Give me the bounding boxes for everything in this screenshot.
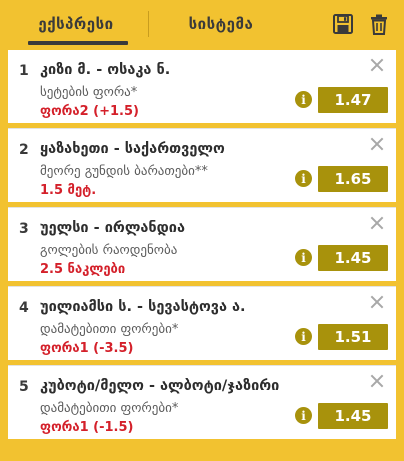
bet-match: უელსი - ირლანდია: [40, 220, 185, 236]
bet-market: დამატებითი ფორები*: [40, 401, 179, 416]
bet-outcome: 1.5 მეტ.: [40, 183, 97, 198]
odds-value[interactable]: 1.65: [318, 166, 388, 192]
bet-list: 1 კიზი მ. - ოსაკა ნ. სეტების ფორა* ფორა2…: [8, 50, 396, 444]
bet-index: 4: [19, 300, 29, 316]
remove-bet-icon[interactable]: [370, 216, 384, 230]
remove-bet-icon[interactable]: [370, 137, 384, 151]
header-actions: [332, 13, 394, 35]
bet-market: სეტების ფორა*: [40, 85, 138, 100]
bet-outcome: ფორა2 (+1.5): [40, 104, 139, 119]
info-icon[interactable]: i: [295, 170, 312, 187]
odds-value[interactable]: 1.45: [318, 403, 388, 429]
odds-value[interactable]: 1.51: [318, 324, 388, 350]
bet-match: უილიამსი ს. - სევასტოვა ა.: [40, 299, 246, 315]
odds-value[interactable]: 1.45: [318, 245, 388, 271]
tab-divider: [148, 11, 149, 37]
bet-item: 4 უილიამსი ს. - სევასტოვა ა. დამატებითი …: [8, 286, 396, 360]
info-icon[interactable]: i: [295, 249, 312, 266]
bet-item: 2 ყაზახეთი - საქართველო მეორე გუნდის ბარ…: [8, 128, 396, 202]
bet-slip-header: ექსპრესი სისტემა: [0, 0, 404, 48]
bet-outcome: ფორა1 (-1.5): [40, 420, 134, 435]
bet-match: კიზი მ. - ოსაკა ნ.: [40, 62, 171, 78]
bet-market: მეორე გუნდის ბარათები**: [40, 164, 208, 179]
remove-bet-icon[interactable]: [370, 58, 384, 72]
info-icon[interactable]: i: [295, 407, 312, 424]
bet-index: 3: [19, 221, 29, 237]
info-icon[interactable]: i: [295, 91, 312, 108]
bet-market: დამატებითი ფორები*: [40, 322, 179, 337]
tab-express[interactable]: ექსპრესი: [8, 0, 144, 48]
bet-item: 3 უელსი - ირლანდია გოლების რაოდენობა 2.5…: [8, 207, 396, 281]
remove-bet-icon[interactable]: [370, 295, 384, 309]
info-icon[interactable]: i: [295, 328, 312, 345]
bet-index: 1: [19, 63, 29, 79]
tab-system[interactable]: სისტემა: [153, 0, 289, 48]
bet-outcome: ფორა1 (-3.5): [40, 341, 134, 356]
odds-value[interactable]: 1.47: [318, 87, 388, 113]
trash-icon[interactable]: [368, 13, 390, 35]
bet-index: 5: [19, 379, 29, 395]
save-icon[interactable]: [332, 13, 354, 35]
bet-outcome: 2.5 ნაკლები: [40, 262, 126, 277]
remove-bet-icon[interactable]: [370, 374, 384, 388]
bet-item: 5 კუბოტი/მელო - ალბოტი/ჯაზირი დამატებითი…: [8, 365, 396, 439]
bet-market: გოლების რაოდენობა: [40, 243, 178, 258]
bet-slip: ექსპრესი სისტემა 1 კიზი მ. - ოსაკა ნ. სე…: [0, 0, 404, 461]
bet-match: ყაზახეთი - საქართველო: [40, 141, 225, 157]
bet-item: 1 კიზი მ. - ოსაკა ნ. სეტების ფორა* ფორა2…: [8, 50, 396, 123]
bet-match: კუბოტი/მელო - ალბოტი/ჯაზირი: [40, 378, 280, 394]
bet-index: 2: [19, 142, 29, 158]
